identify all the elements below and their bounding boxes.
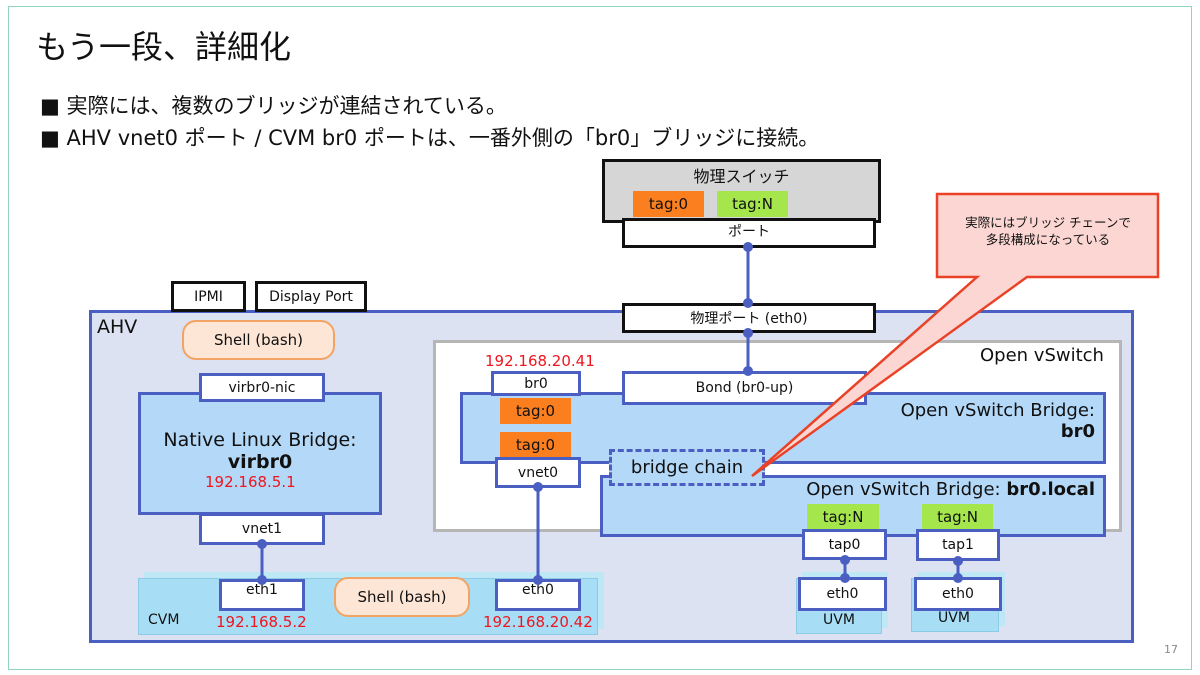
callout-line-2: 多段構成になっている (985, 232, 1111, 247)
page-number: 17 (1164, 643, 1178, 656)
callout-line-1: 実際にはブリッジ チェーンで (965, 215, 1131, 230)
callout-text: 実際にはブリッジ チェーンで 多段構成になっている (940, 214, 1156, 248)
connection-lines (257, 192, 1160, 585)
